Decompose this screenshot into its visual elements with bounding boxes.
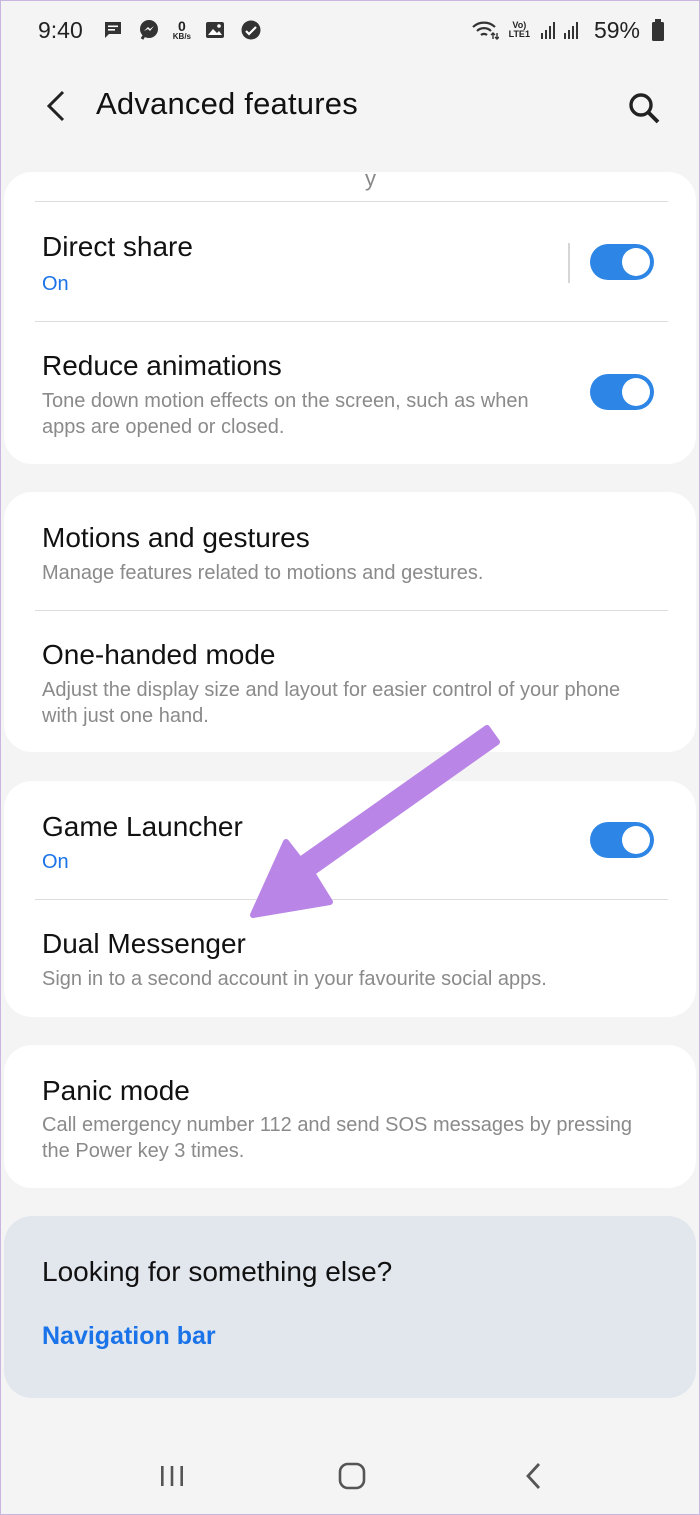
status-bar: 9:40 0 KB/s Vo) LTE1 59% — [0, 0, 700, 60]
status-time: 9:40 — [38, 16, 83, 43]
game-launcher-status: On — [42, 851, 69, 873]
game-launcher-row[interactable]: Game Launcher On — [4, 781, 696, 899]
dual-messenger-title: Dual Messenger — [42, 928, 246, 959]
toggle-knob — [622, 248, 650, 276]
suggestions-title: Looking for something else? — [42, 1256, 393, 1287]
direct-share-title: Direct share — [42, 231, 193, 262]
direct-share-status: On — [42, 273, 69, 295]
home-icon — [338, 1462, 366, 1490]
panic-mode-title: Panic mode — [42, 1075, 190, 1106]
direct-share-toggle[interactable] — [590, 244, 654, 280]
data-speed-indicator: 0 KB/s — [173, 19, 191, 41]
page-title: Advanced features — [96, 86, 358, 121]
settings-group-3: Game Launcher On Dual Messenger Sign in … — [4, 781, 696, 1017]
row-separator — [568, 243, 570, 283]
reduce-animations-toggle[interactable] — [590, 374, 654, 410]
volte-indicator: Vo) LTE1 — [509, 21, 530, 39]
wifi-icon — [471, 18, 499, 42]
panic-mode-subtitle: Call emergency number 112 and send SOS m… — [42, 1114, 632, 1162]
app-bar: Advanced features — [0, 60, 700, 152]
dual-messenger-subtitle: Sign in to a second account in your favo… — [42, 968, 547, 990]
message-icon — [101, 18, 125, 42]
dual-messenger-row[interactable]: Dual Messenger Sign in to a second accou… — [4, 900, 696, 1017]
check-circle-icon — [239, 18, 263, 42]
image-icon — [203, 18, 227, 42]
recents-icon — [161, 1466, 183, 1486]
motions-gestures-row[interactable]: Motions and gestures Manage features rel… — [4, 492, 696, 610]
reduce-animations-title: Reduce animations — [42, 350, 282, 381]
direct-share-row[interactable]: Direct share On — [4, 203, 696, 321]
game-launcher-toggle[interactable] — [590, 822, 654, 858]
battery-icon — [650, 18, 666, 42]
panic-mode-row[interactable]: Panic mode Call emergency number 112 and… — [4, 1045, 696, 1188]
game-launcher-title: Game Launcher — [42, 811, 243, 842]
reduce-animations-row[interactable]: Reduce animations Tone down motion effec… — [4, 322, 696, 464]
search-button[interactable] — [622, 86, 666, 130]
motions-gestures-title: Motions and gestures — [42, 522, 310, 553]
one-handed-mode-row[interactable]: One-handed mode Adjust the display size … — [4, 611, 696, 752]
toggle-knob — [622, 826, 650, 854]
system-navigation-bar — [0, 1428, 700, 1515]
back-button[interactable] — [36, 86, 76, 126]
settings-group-2: Motions and gestures Manage features rel… — [4, 492, 696, 752]
toggle-knob — [622, 378, 650, 406]
status-left: 9:40 0 KB/s — [38, 17, 263, 44]
battery-percent: 59% — [593, 16, 640, 43]
suggestions-card: Looking for something else? Navigation b… — [4, 1216, 696, 1398]
back-arrow-icon — [46, 90, 65, 122]
volte-bottom: LTE1 — [508, 29, 530, 39]
search-icon — [629, 93, 660, 124]
settings-group-4: Panic mode Call emergency number 112 and… — [4, 1045, 696, 1188]
back-arrow-icon — [526, 1463, 541, 1489]
home-button[interactable] — [330, 1454, 374, 1498]
one-handed-mode-title: One-handed mode — [42, 639, 276, 670]
messenger-icon — [137, 18, 161, 42]
nav-back-button[interactable] — [512, 1454, 556, 1498]
motions-gestures-subtitle: Manage features related to motions and g… — [42, 562, 484, 584]
data-speed-unit: KB/s — [172, 32, 191, 41]
settings-group-1: y Direct share On Reduce animations Tone… — [4, 172, 696, 464]
navigation-bar-link[interactable]: Navigation bar — [42, 1322, 216, 1351]
reduce-animations-subtitle: Tone down motion effects on the screen, … — [42, 390, 529, 438]
data-speed-value: 0 — [177, 18, 186, 34]
scrolled-item-edge: y — [35, 172, 668, 202]
recents-button[interactable] — [150, 1454, 194, 1498]
status-right: Vo) LTE1 59% — [471, 17, 666, 44]
signal-icon — [540, 18, 584, 42]
one-handed-mode-subtitle: Adjust the display size and layout for e… — [42, 679, 621, 727]
